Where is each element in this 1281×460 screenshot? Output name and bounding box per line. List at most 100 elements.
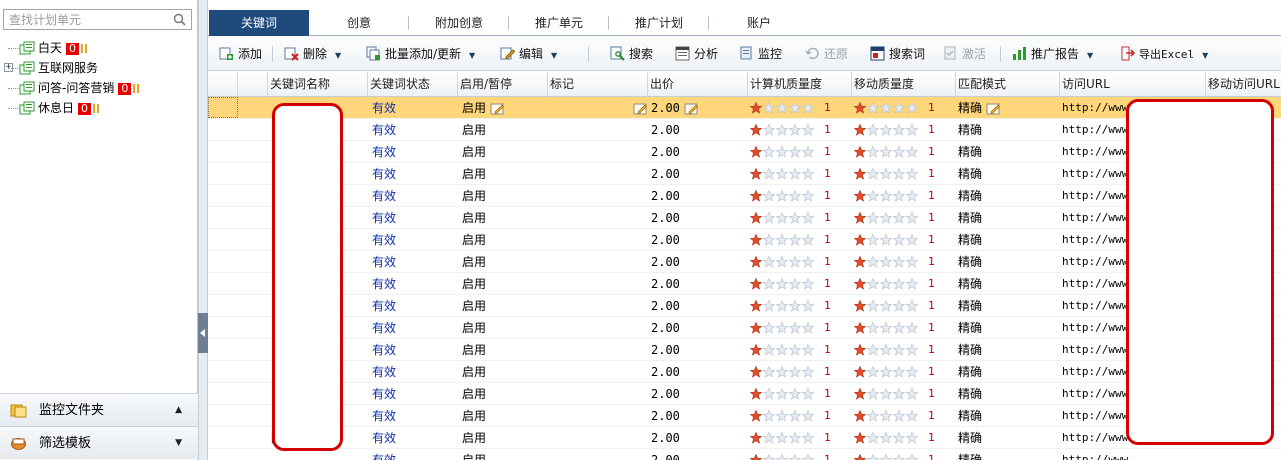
bid-cell[interactable]: 2.00 (651, 163, 748, 185)
delete-dropdown-icon[interactable]: ▼ (335, 51, 341, 60)
mark-cell[interactable] (550, 273, 648, 295)
enable-pause-cell[interactable]: 启用 (462, 97, 548, 119)
enable-pause-cell[interactable]: 启用 (462, 383, 548, 405)
tab-extra-creative[interactable]: 附加创意 (409, 10, 509, 36)
enable-pause-cell[interactable]: 启用 (462, 317, 548, 339)
expand-down-icon[interactable]: ▼ (175, 427, 182, 460)
match-mode-cell[interactable]: 精确 (958, 405, 1060, 427)
mark-cell[interactable] (550, 317, 648, 339)
row-selector[interactable] (208, 119, 238, 141)
row-selector[interactable] (208, 229, 238, 251)
table-row[interactable]: 有效 启用 2.00 1 1 精确 http://www. (208, 97, 1281, 119)
collapse-left-handle[interactable] (198, 313, 208, 353)
table-row[interactable]: 有效 启用 2.00 1 1 精确 http://www. (208, 141, 1281, 163)
row-selector[interactable] (208, 273, 238, 295)
activate-button[interactable]: 激活 (943, 37, 986, 71)
match-mode-cell[interactable]: 精确 (958, 295, 1060, 317)
table-row[interactable]: 有效 启用 2.00 1 1 精确 http://www. (208, 273, 1281, 295)
mark-cell[interactable] (550, 339, 648, 361)
mark-cell[interactable] (550, 185, 648, 207)
table-row[interactable]: 有效 启用 2.00 1 1 精确 http://www. (208, 163, 1281, 185)
batch-add-update-button[interactable]: 批量添加/更新 ▼ (366, 37, 475, 71)
row-selector[interactable] (208, 383, 238, 405)
match-mode-cell[interactable]: 精确 (958, 383, 1060, 405)
table-row[interactable]: 有效 启用 2.00 1 1 精确 http://www. (208, 361, 1281, 383)
plan-node[interactable]: 休息日 0 (0, 98, 198, 118)
mark-cell[interactable] (550, 163, 648, 185)
enable-pause-cell[interactable]: 启用 (462, 229, 548, 251)
enable-pause-cell[interactable]: 启用 (462, 295, 548, 317)
bid-cell[interactable]: 2.00 (651, 339, 748, 361)
row-selector[interactable] (208, 251, 238, 273)
row-selector[interactable] (208, 163, 238, 185)
enable-pause-cell[interactable]: 启用 (462, 449, 548, 460)
mark-cell[interactable] (550, 207, 648, 229)
col-header-bid[interactable]: 出价 (648, 72, 748, 97)
export-dropdown-icon[interactable]: ▼ (1202, 51, 1208, 60)
enable-pause-cell[interactable]: 启用 (462, 163, 548, 185)
table-row[interactable]: 有效 启用 2.00 1 1 精确 http://www. (208, 383, 1281, 405)
col-header-mobile-quality[interactable]: 移动质量度 (852, 72, 956, 97)
bid-cell[interactable]: 2.00 (651, 427, 748, 449)
col-header-pc-quality[interactable]: 计算机质量度 (748, 72, 852, 97)
col-header-visit-url[interactable]: 访问URL (1060, 72, 1206, 97)
enable-pause-cell[interactable]: 启用 (462, 251, 548, 273)
edit-note-icon[interactable] (633, 103, 648, 115)
search-icon[interactable] (173, 13, 186, 26)
bid-cell[interactable]: 2.00 (651, 273, 748, 295)
match-mode-cell[interactable]: 精确 (958, 449, 1060, 460)
row-selector[interactable] (208, 317, 238, 339)
table-row[interactable]: 有效 启用 2.00 1 1 精确 http://www. (208, 295, 1281, 317)
col-header-enable-pause[interactable]: 启用/暂停 (458, 72, 548, 97)
plan-node[interactable]: 白天 0 (0, 38, 198, 58)
match-mode-cell[interactable]: 精确 (958, 273, 1060, 295)
row-selector[interactable] (208, 295, 238, 317)
bid-cell[interactable]: 2.00 (651, 295, 748, 317)
table-row[interactable]: 有效 启用 2.00 1 1 精确 http://www. (208, 251, 1281, 273)
panel-splitter[interactable] (198, 0, 208, 460)
search-words-button[interactable]: 搜索词 (870, 37, 925, 71)
bid-cell[interactable]: 2.00 (651, 361, 748, 383)
tab-creative[interactable]: 创意 (309, 10, 409, 36)
add-button[interactable]: 添加 (219, 37, 262, 71)
row-selector[interactable] (208, 207, 238, 229)
batch-dropdown-icon[interactable]: ▼ (469, 51, 475, 60)
mark-cell[interactable] (550, 251, 648, 273)
bid-cell[interactable]: 2.00 (651, 317, 748, 339)
mark-cell[interactable] (550, 383, 648, 405)
match-mode-cell[interactable]: 精确 (958, 119, 1060, 141)
match-mode-cell[interactable]: 精确 (958, 317, 1060, 339)
match-mode-cell[interactable]: 精确 (958, 229, 1060, 251)
mark-cell[interactable] (550, 427, 648, 449)
enable-pause-cell[interactable]: 启用 (462, 119, 548, 141)
table-row[interactable]: 有效 启用 2.00 1 1 精确 http://www. (208, 185, 1281, 207)
enable-pause-cell[interactable]: 启用 (462, 273, 548, 295)
mark-cell[interactable] (550, 229, 648, 251)
col-header-keyword-name[interactable]: 关键词名称 (268, 72, 368, 97)
edit-button[interactable]: 编辑 ▼ (500, 37, 557, 71)
enable-pause-cell[interactable]: 启用 (462, 427, 548, 449)
col-header-match-mode[interactable]: 匹配模式 (956, 72, 1060, 97)
enable-pause-cell[interactable]: 启用 (462, 141, 548, 163)
row-selector[interactable] (208, 361, 238, 383)
row-selector[interactable] (208, 405, 238, 427)
table-row[interactable]: 有效 启用 2.00 1 1 精确 http://www. (208, 119, 1281, 141)
export-excel-button[interactable]: 导出Excel ▼ (1120, 37, 1208, 71)
row-selector[interactable] (208, 339, 238, 361)
visit-url-cell[interactable]: http://www. (1062, 449, 1206, 460)
edit-note-icon[interactable] (684, 103, 699, 115)
filter-template-panel[interactable]: 筛选模板 ▼ (0, 426, 198, 459)
tab-ad-unit[interactable]: 推广单元 (509, 10, 609, 36)
match-mode-cell[interactable]: 精确 (958, 163, 1060, 185)
monitor-folder-panel[interactable]: 监控文件夹 ▲ (0, 393, 198, 426)
mark-cell[interactable] (550, 405, 648, 427)
mark-cell[interactable] (550, 295, 648, 317)
table-row[interactable]: 有效 启用 2.00 1 1 精确 http://www. (208, 317, 1281, 339)
bid-cell[interactable]: 2.00 (651, 229, 748, 251)
match-mode-cell[interactable]: 精确 (958, 361, 1060, 383)
table-row[interactable]: 目有效启用2.0011精确http://www. (208, 427, 1281, 449)
edit-note-icon[interactable] (490, 103, 505, 115)
bid-cell[interactable]: 2.00 (651, 185, 748, 207)
col-header-keyword-status[interactable]: 关键词状态 (368, 72, 458, 97)
enable-pause-cell[interactable]: 启用 (462, 361, 548, 383)
